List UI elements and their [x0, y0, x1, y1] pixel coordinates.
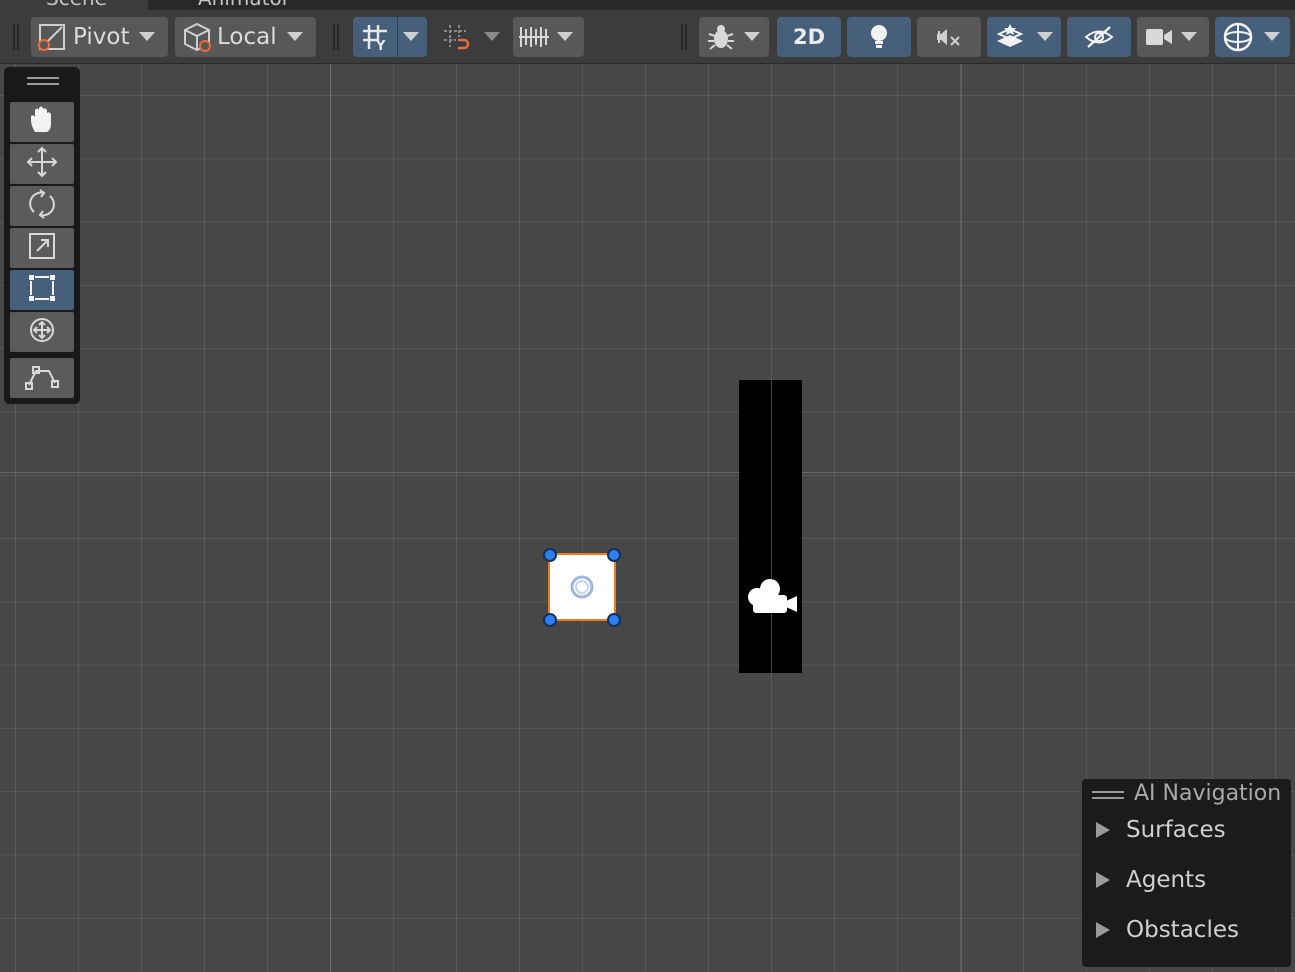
- hand-tool-button[interactable]: [10, 102, 74, 142]
- 2d-mode-label: 2D: [792, 25, 826, 49]
- local-dropdown[interactable]: Local: [175, 17, 316, 57]
- rect-handle-top-right[interactable]: [607, 548, 621, 562]
- camera-settings-dropdown[interactable]: [1137, 17, 1209, 57]
- local-label: Local: [217, 24, 277, 50]
- snap-magnet-icon: [442, 23, 470, 51]
- toolbar-grip[interactable]: [681, 24, 687, 50]
- svg-text:Y: Y: [375, 39, 386, 51]
- tab-scene[interactable]: Scene: [0, 0, 148, 10]
- rect-handle-bottom-right[interactable]: [607, 613, 621, 627]
- move-arrows-icon: [25, 145, 59, 183]
- overlay-grip[interactable]: [1092, 791, 1124, 799]
- rect-handle-bottom-left[interactable]: [543, 613, 557, 627]
- tab-scene-label: Scene: [46, 0, 107, 10]
- speaker-muted-icon: [935, 25, 963, 49]
- grid-axis-line: [961, 64, 962, 972]
- chevron-down-icon[interactable]: [1037, 32, 1053, 42]
- rotate-icon: [26, 188, 58, 224]
- bug-icon: [706, 22, 736, 52]
- toolbar-grip[interactable]: [333, 24, 339, 50]
- effects-dropdown[interactable]: [987, 17, 1061, 57]
- custom-editor-tool-button[interactable]: [10, 358, 74, 398]
- chevron-down-icon[interactable]: [1264, 32, 1280, 42]
- custom-tool-icon: [25, 361, 59, 395]
- transform-tool-button[interactable]: [10, 312, 74, 352]
- camera-gizmo-icon[interactable]: [744, 577, 798, 621]
- tools-overlay: [4, 67, 80, 404]
- scale-tool-button[interactable]: [10, 228, 74, 268]
- rect-handle-top-left[interactable]: [543, 548, 557, 562]
- grid-snapping-button[interactable]: [434, 17, 508, 57]
- local-cube-icon: [181, 21, 213, 53]
- gizmos-dropdown[interactable]: [1215, 17, 1290, 57]
- expand-triangle-icon[interactable]: [1096, 872, 1110, 888]
- light-bulb-icon: [867, 23, 891, 51]
- ai-nav-item-obstacles[interactable]: Obstacles: [1096, 915, 1239, 945]
- ai-nav-item-agents[interactable]: Agents: [1096, 865, 1206, 895]
- ai-nav-item-label: Agents: [1126, 867, 1207, 893]
- pivot-dropdown[interactable]: Pivot: [31, 17, 168, 57]
- pivot-circle-icon[interactable]: [570, 575, 594, 603]
- scale-icon: [27, 231, 57, 265]
- chevron-down-icon: [286, 32, 303, 42]
- toolbar-grip[interactable]: [13, 24, 19, 50]
- camera-center-line: [771, 380, 772, 673]
- scene-visibility-toggle[interactable]: [1067, 17, 1131, 57]
- grid-axis-line: [330, 64, 331, 972]
- transform-icon: [26, 314, 58, 350]
- move-tool-button[interactable]: [10, 144, 74, 184]
- lighting-toggle[interactable]: [847, 17, 911, 57]
- ai-nav-item-label: Obstacles: [1126, 917, 1239, 943]
- grid-icon: Y: [361, 23, 389, 51]
- gizmos-sphere-icon: [1222, 21, 1254, 53]
- chevron-down-icon: [744, 32, 760, 42]
- rotate-tool-button[interactable]: [10, 186, 74, 226]
- expand-triangle-icon[interactable]: [1096, 922, 1110, 938]
- scene-toolbar: Pivot Local Y 2D: [0, 10, 1295, 64]
- chevron-down-icon: [557, 32, 573, 42]
- debug-draw-mode-dropdown[interactable]: [699, 17, 769, 57]
- hand-icon: [26, 104, 58, 140]
- tab-animator-label: Animator: [198, 0, 290, 10]
- chevron-down-icon[interactable]: [403, 32, 419, 42]
- expand-triangle-icon[interactable]: [1096, 822, 1110, 838]
- selected-sprite[interactable]: [548, 553, 616, 621]
- chevron-down-icon: [139, 32, 156, 42]
- tab-strip: Scene Animator: [0, 0, 1295, 10]
- overlay-grip[interactable]: [27, 77, 59, 85]
- pivot-label: Pivot: [73, 24, 130, 50]
- ai-nav-item-label: Surfaces: [1126, 817, 1226, 843]
- ai-navigation-overlay: AI Navigation Surfaces Agents Obstacles: [1082, 779, 1291, 967]
- video-camera-icon: [1145, 26, 1173, 48]
- audio-toggle[interactable]: [917, 17, 981, 57]
- grid-axis-line: [0, 472, 1295, 473]
- rect-transform-icon: [27, 273, 57, 307]
- 2d-mode-toggle[interactable]: 2D: [777, 17, 841, 57]
- increment-snapping-button[interactable]: [513, 17, 584, 57]
- ai-navigation-title: AI Navigation: [1134, 781, 1282, 806]
- eye-hidden-icon: [1083, 24, 1115, 50]
- pivot-icon: [37, 22, 67, 52]
- chevron-down-icon[interactable]: [484, 32, 500, 42]
- rect-tool-button[interactable]: [10, 270, 74, 310]
- tab-animator[interactable]: Animator: [160, 0, 310, 10]
- layers-effects-icon: [995, 23, 1025, 51]
- chevron-down-icon: [1181, 32, 1197, 42]
- ai-nav-item-surfaces[interactable]: Surfaces: [1096, 815, 1226, 845]
- increment-snap-icon: [519, 23, 549, 51]
- grid-visibility-button[interactable]: Y: [353, 17, 427, 57]
